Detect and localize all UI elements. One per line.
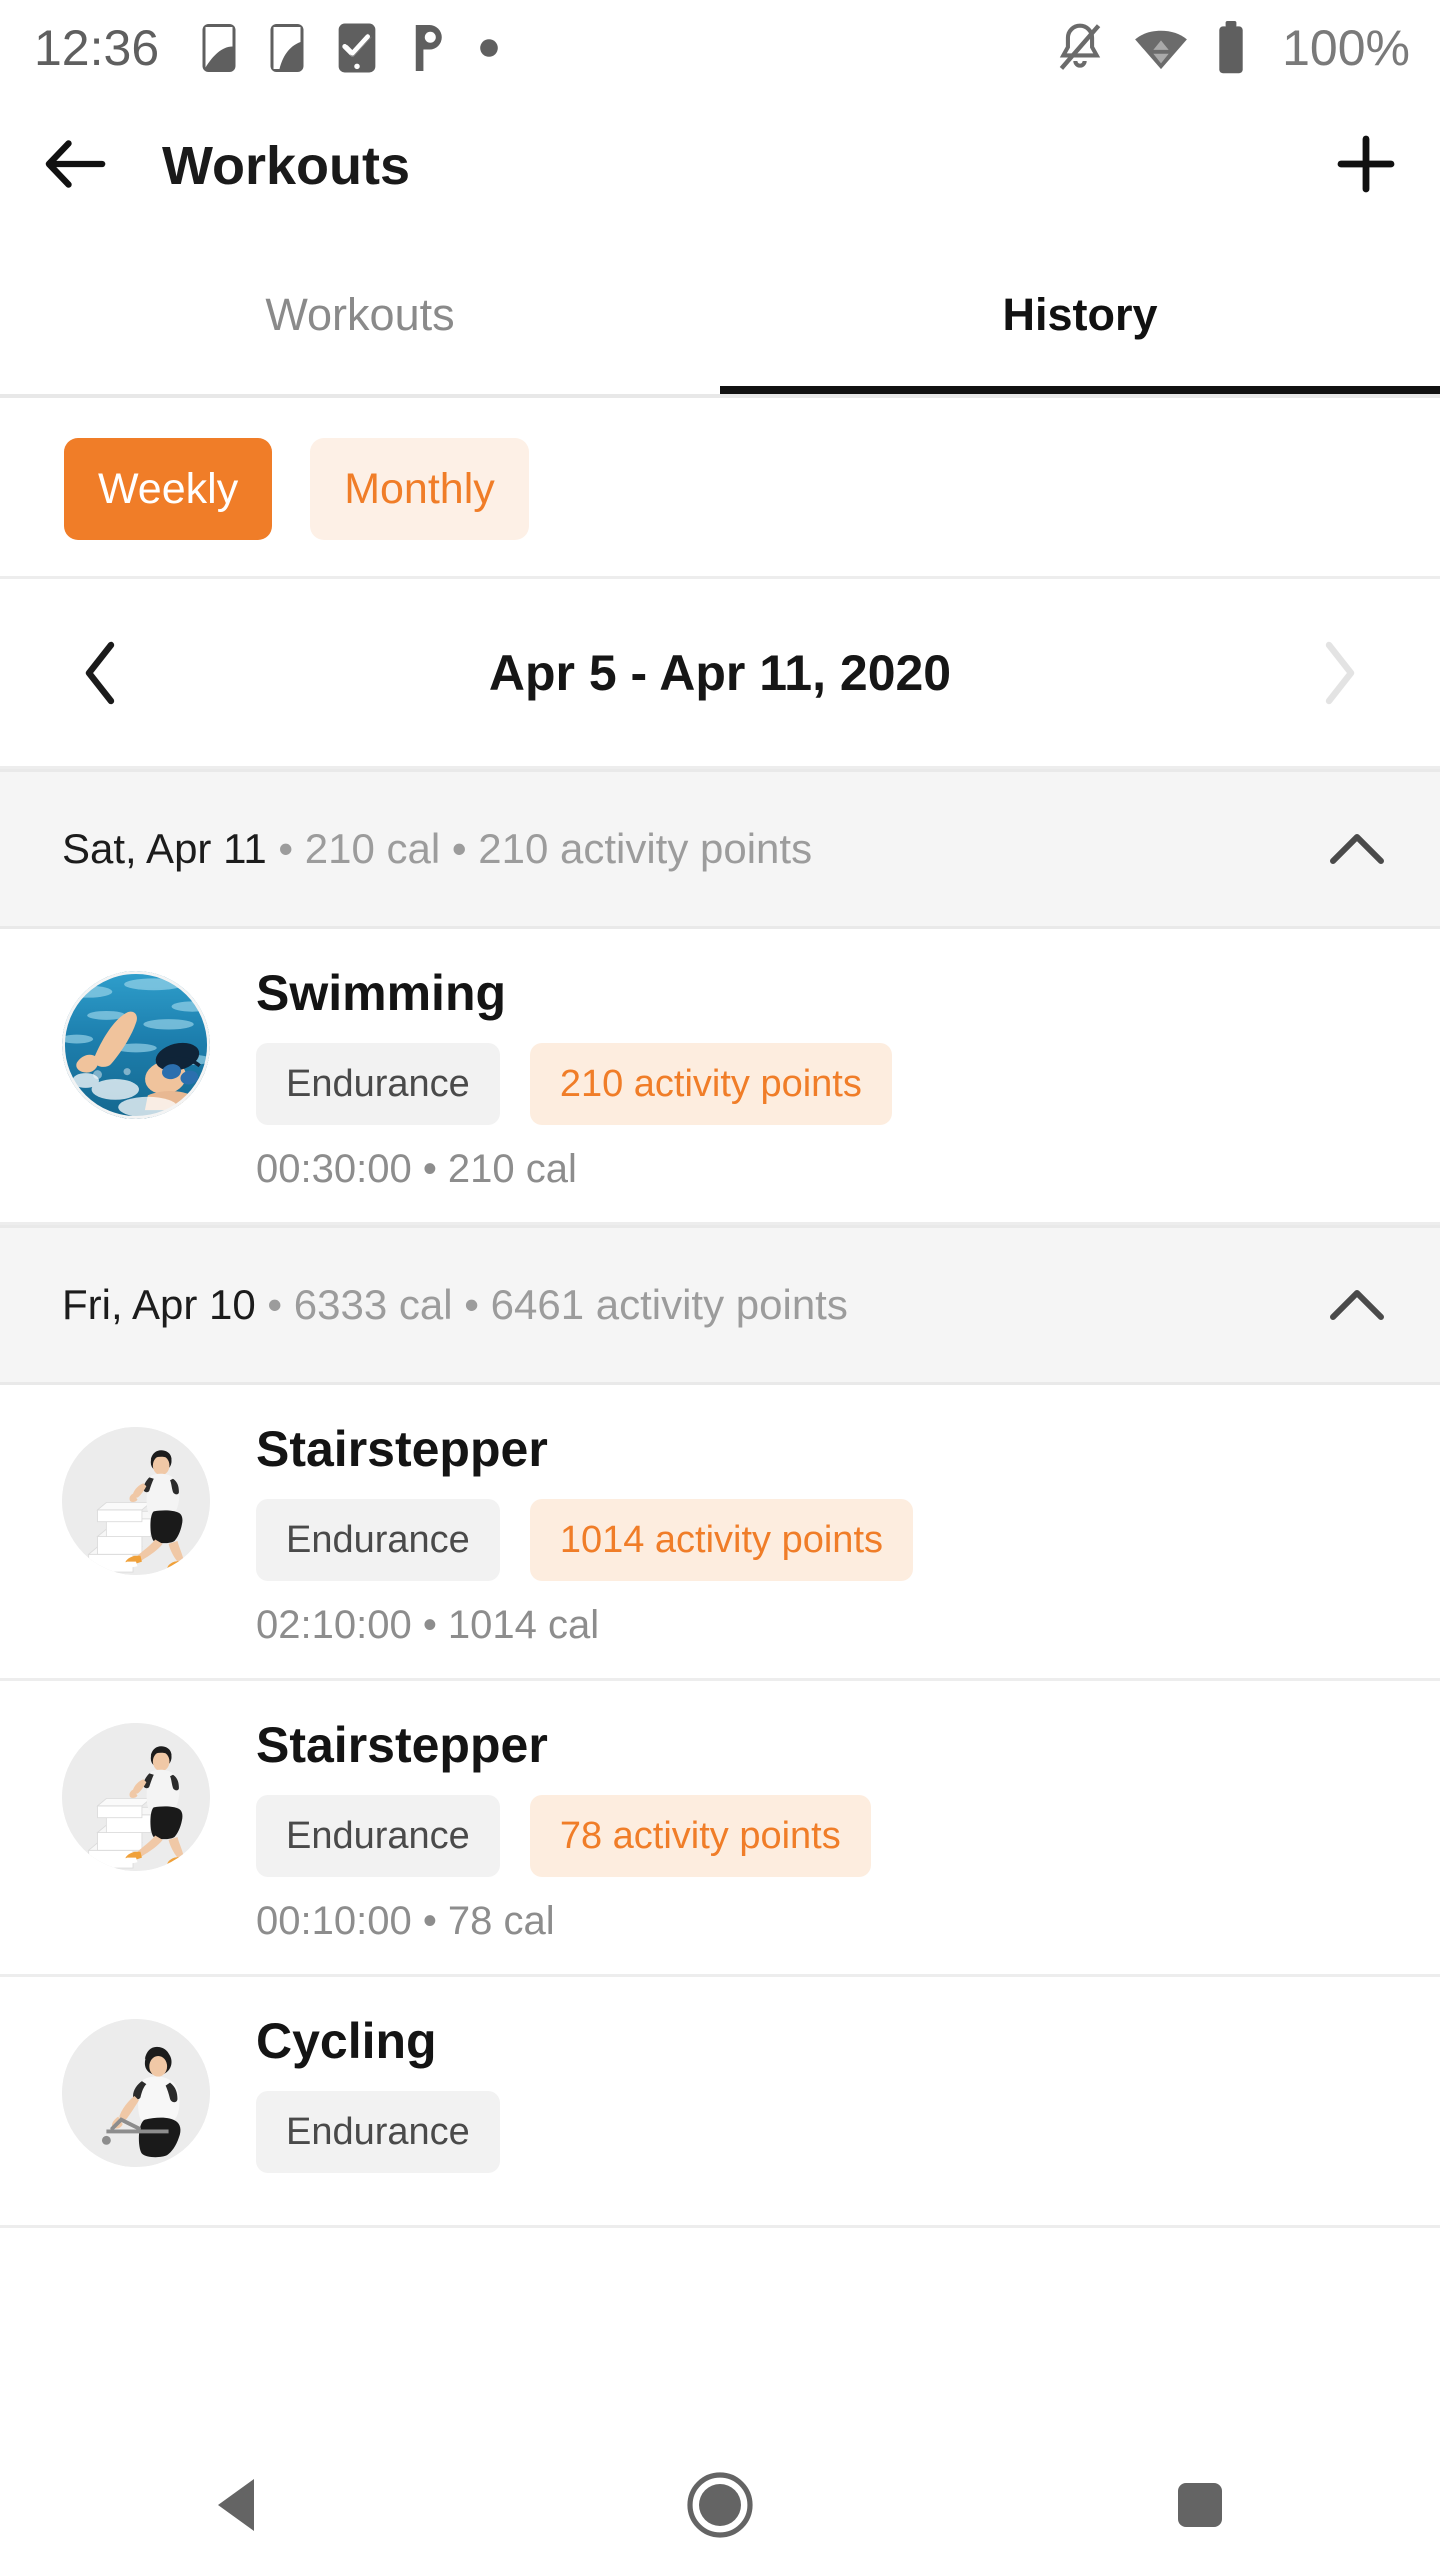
tab-history[interactable]: History bbox=[720, 236, 1440, 394]
workout-details: Cycling Endurance bbox=[256, 2013, 1400, 2195]
plus-icon[interactable] bbox=[1336, 134, 1396, 199]
phone-screen: 12:36 100% Workouts Workouts History Wee… bbox=[0, 0, 1440, 2560]
workout-meta: 00:10:00 • 78 cal bbox=[256, 1899, 555, 1943]
workout-tags: Endurance bbox=[256, 2091, 1400, 2173]
filter-chip-weekly[interactable]: Weekly bbox=[64, 438, 273, 540]
tab-bar: Workouts History bbox=[0, 236, 1440, 394]
date-range-navigator: Apr 5 - Apr 11, 2020 bbox=[0, 579, 1440, 769]
status-bar-left-icons bbox=[201, 22, 499, 74]
battery-full-icon bbox=[1216, 21, 1246, 75]
workout-tags: Endurance 78 activity points bbox=[256, 1795, 1400, 1877]
day-group-sep-1: • bbox=[255, 1281, 294, 1328]
period-filter-bar: Weekly Monthly bbox=[0, 398, 1440, 579]
workout-points-tag: 210 activity points bbox=[529, 1043, 892, 1125]
task-check-icon bbox=[337, 22, 377, 74]
day-group-sep-2: • bbox=[440, 825, 479, 872]
filter-chip-monthly[interactable]: Monthly bbox=[310, 438, 529, 540]
sim-card-2-icon bbox=[269, 22, 305, 74]
wifi-icon bbox=[1132, 25, 1190, 71]
day-group-points: 6461 activity points bbox=[490, 1281, 848, 1328]
workout-details: Stairstepper Endurance 1014 activity poi… bbox=[256, 1421, 1400, 1648]
workout-category-tag: Endurance bbox=[256, 2091, 500, 2173]
workout-category-tag: Endurance bbox=[256, 1795, 500, 1877]
workout-points-tag: 78 activity points bbox=[529, 1795, 871, 1877]
workout-meta: 02:10:00 • 1014 cal bbox=[256, 1603, 600, 1647]
status-bar: 12:36 100% bbox=[0, 0, 1440, 96]
status-bar-clock: 12:36 bbox=[34, 20, 160, 76]
nav-back-triangle-icon[interactable] bbox=[170, 2450, 310, 2560]
stairstepper-illustration bbox=[62, 1427, 210, 1575]
nav-recents-square-icon[interactable] bbox=[1130, 2450, 1270, 2560]
nav-home-circle-icon[interactable] bbox=[650, 2450, 790, 2560]
history-list: Sat, Apr 11 • 210 cal • 210 activity poi… bbox=[0, 769, 1440, 2228]
day-group-date: Sat, Apr 11 bbox=[62, 825, 267, 872]
page-title: Workouts bbox=[162, 136, 411, 196]
workout-meta: 00:30:00 • 210 cal bbox=[256, 1147, 577, 1191]
day-group-points: 210 activity points bbox=[478, 825, 813, 872]
chevron-left-icon[interactable] bbox=[56, 639, 146, 707]
workout-tags: Endurance 1014 activity points bbox=[256, 1499, 1400, 1581]
workout-list-item[interactable]: Cycling Endurance bbox=[0, 1977, 1440, 2228]
tab-active-indicator bbox=[720, 386, 1440, 394]
day-group-summary: Fri, Apr 10 • 6333 cal • 6461 activity p… bbox=[62, 1284, 1322, 1326]
system-navigation-bar bbox=[0, 2450, 1440, 2560]
day-group-calories: 6333 cal bbox=[293, 1281, 453, 1328]
notifications-off-icon bbox=[1054, 20, 1106, 76]
battery-percentage-label: 100% bbox=[1282, 20, 1410, 76]
workout-tags: Endurance 210 activity points bbox=[256, 1043, 1400, 1125]
dot-icon bbox=[479, 38, 499, 58]
workout-list-item[interactable]: Stairstepper Endurance 1014 activity poi… bbox=[0, 1385, 1440, 1681]
workout-details: Stairstepper Endurance 78 activity point… bbox=[256, 1717, 1400, 1944]
parking-p-icon bbox=[409, 22, 447, 74]
workout-category-tag: Endurance bbox=[256, 1043, 500, 1125]
cycling-illustration bbox=[62, 2019, 210, 2167]
date-range-label: Apr 5 - Apr 11, 2020 bbox=[488, 644, 952, 701]
chevron-right-icon[interactable] bbox=[1294, 639, 1384, 707]
stairstepper-illustration bbox=[62, 1723, 210, 1871]
workout-title: Stairstepper bbox=[256, 1421, 548, 1477]
day-group-header[interactable]: Sat, Apr 11 • 210 cal • 210 activity poi… bbox=[0, 769, 1440, 929]
swimming-photo bbox=[62, 971, 210, 1119]
chevron-up-icon[interactable] bbox=[1322, 1287, 1392, 1323]
workout-title: Stairstepper bbox=[256, 1717, 548, 1773]
workout-title: Swimming bbox=[256, 965, 507, 1021]
app-bar: Workouts bbox=[0, 96, 1440, 236]
day-group-summary: Sat, Apr 11 • 210 cal • 210 activity poi… bbox=[62, 828, 1322, 870]
day-group-sep-2: • bbox=[452, 1281, 491, 1328]
chevron-up-icon[interactable] bbox=[1322, 831, 1392, 867]
sim-card-1-icon bbox=[201, 22, 237, 74]
back-arrow-icon[interactable] bbox=[44, 136, 108, 197]
day-group-sep-1: • bbox=[266, 825, 305, 872]
day-group-header[interactable]: Fri, Apr 10 • 6333 cal • 6461 activity p… bbox=[0, 1225, 1440, 1385]
workout-details: Swimming Endurance 210 activity points 0… bbox=[256, 965, 1400, 1192]
workout-list-item[interactable]: Swimming Endurance 210 activity points 0… bbox=[0, 929, 1440, 1225]
day-group-date: Fri, Apr 10 bbox=[62, 1281, 256, 1328]
day-group-calories: 210 cal bbox=[304, 825, 441, 872]
workout-title: Cycling bbox=[256, 2013, 437, 2069]
workout-list-item[interactable]: Stairstepper Endurance 78 activity point… bbox=[0, 1681, 1440, 1977]
workout-points-tag: 1014 activity points bbox=[529, 1499, 913, 1581]
tab-workouts[interactable]: Workouts bbox=[0, 236, 720, 394]
status-bar-right-icons: 100% bbox=[1054, 19, 1410, 77]
workout-category-tag: Endurance bbox=[256, 1499, 500, 1581]
